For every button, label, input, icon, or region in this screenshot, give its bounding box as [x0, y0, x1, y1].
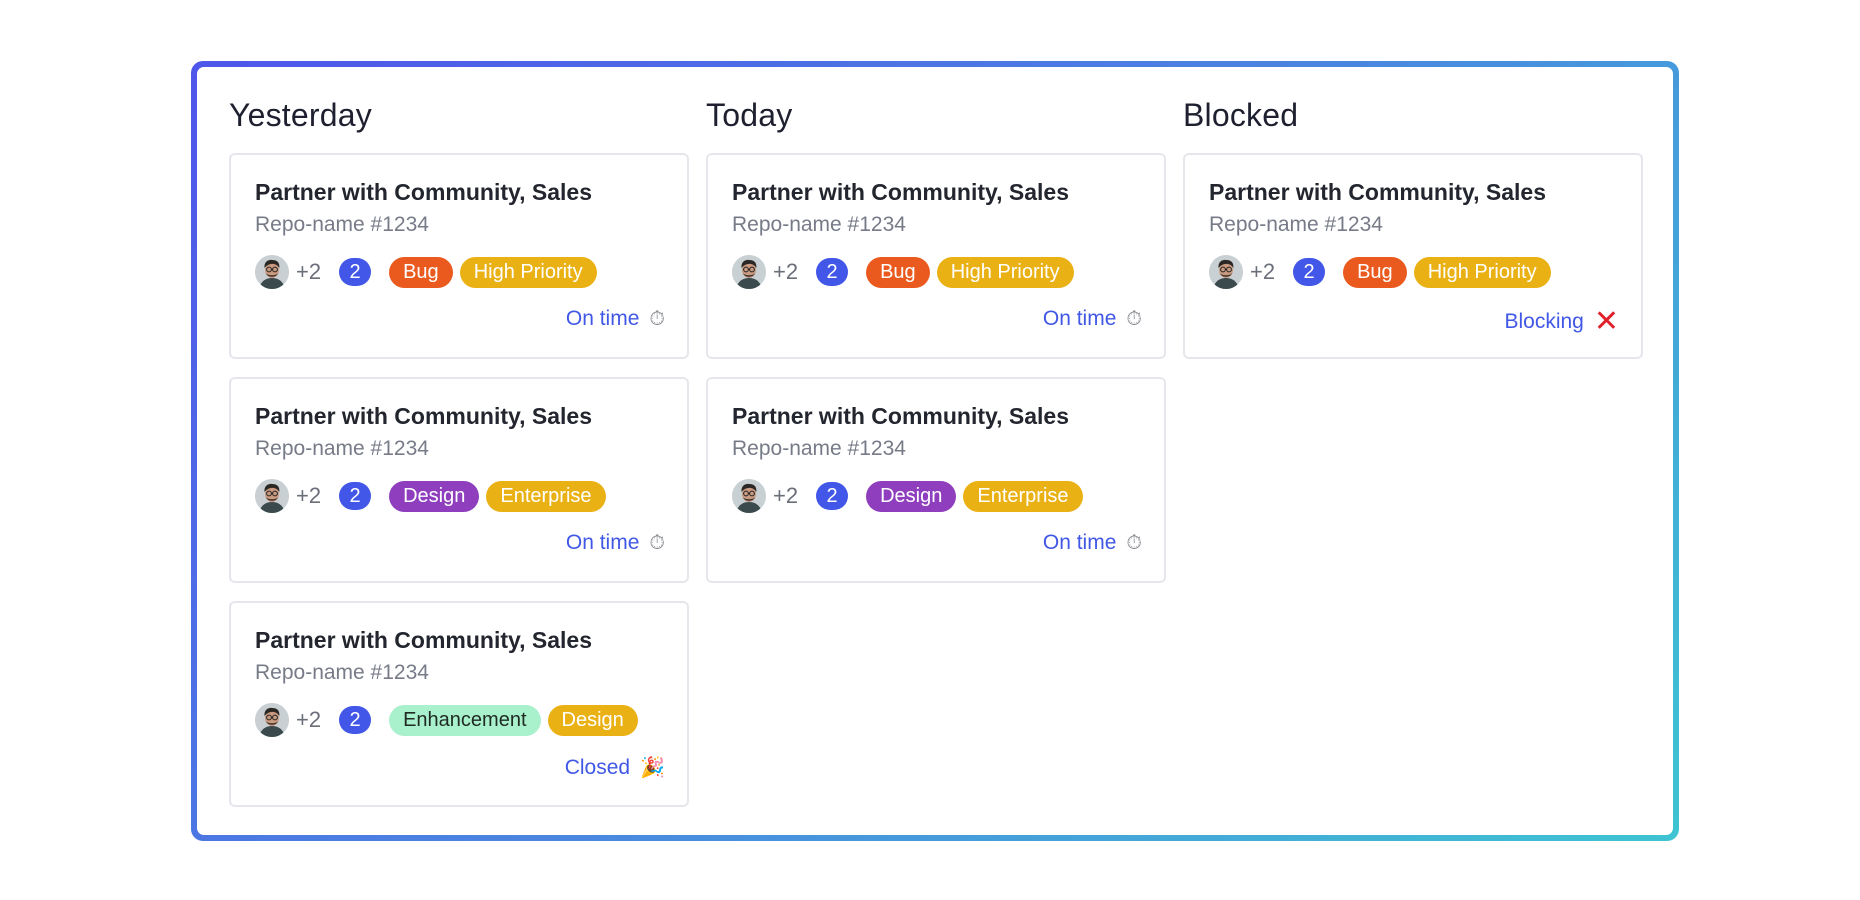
column-title: Yesterday	[229, 97, 372, 133]
stopwatch-icon: ⏱	[1126, 307, 1142, 330]
avatar[interactable]	[1209, 255, 1243, 289]
status-link[interactable]: On time ⏱	[1043, 531, 1142, 555]
comment-count-badge: 2	[339, 706, 372, 734]
tag-label[interactable]: Enhancement	[389, 704, 541, 736]
card-meta: +2 2 Design Enterprise	[732, 478, 1083, 514]
comment-count-badge: 2	[1293, 258, 1326, 286]
status-link[interactable]: On time ⏱	[1043, 307, 1142, 331]
card-title: Partner with Community, Sales	[732, 179, 1069, 205]
assignee-extra-count: +2	[296, 707, 322, 732]
card-meta: +2 2 Enhancement Design	[255, 702, 638, 738]
repo-label: Repo-name #1234	[732, 213, 906, 236]
repo-label: Repo-name #1234	[255, 661, 429, 684]
status-text: On time	[565, 307, 640, 330]
comment-count-badge: 2	[339, 258, 372, 286]
avatar[interactable]	[732, 255, 766, 289]
avatar[interactable]	[255, 703, 289, 737]
comment-count-badge: 2	[816, 482, 849, 510]
status-text: On time	[1042, 307, 1117, 330]
card-meta: +2 2 Design Enterprise	[255, 478, 606, 514]
card-title: Partner with Community, Sales	[255, 403, 592, 429]
tag-list: Design Enterprise	[866, 480, 1083, 512]
repo-label: Repo-name #1234	[255, 213, 429, 236]
assignee-extra-count: +2	[773, 259, 799, 284]
close-x-icon: ✕	[1593, 305, 1619, 338]
card-meta: +2 2 Bug High Priority	[255, 254, 597, 290]
task-card[interactable]: Partner with Community, Sales Repo-name …	[229, 601, 689, 807]
status-link[interactable]: On time ⏱	[566, 531, 665, 555]
tag-list: Bug High Priority	[1343, 256, 1551, 288]
task-card[interactable]: Partner with Community, Sales Repo-name …	[229, 377, 689, 583]
card-title: Partner with Community, Sales	[255, 179, 592, 205]
repo-label: Repo-name #1234	[255, 437, 429, 460]
comment-count-badge: 2	[816, 258, 849, 286]
assignee-extra-count: +2	[296, 483, 322, 508]
board-frame: Yesterday Partner with Community, Sales …	[191, 61, 1679, 841]
kanban-board: Yesterday Partner with Community, Sales …	[197, 67, 1673, 835]
comment-count-badge: 2	[339, 482, 372, 510]
tag-label[interactable]: Design	[547, 704, 638, 736]
tag-label[interactable]: Bug	[866, 256, 930, 288]
tag-label[interactable]: Enterprise	[963, 480, 1083, 512]
avatar[interactable]	[732, 479, 766, 513]
card-meta: +2 2 Bug High Priority	[732, 254, 1074, 290]
task-card[interactable]: Partner with Community, Sales Repo-name …	[229, 153, 689, 359]
status-text: On time	[565, 531, 640, 554]
task-card[interactable]: Partner with Community, Sales Repo-name …	[706, 153, 1166, 359]
tag-list: Bug High Priority	[389, 256, 597, 288]
stopwatch-icon: ⏱	[649, 307, 665, 330]
repo-label: Repo-name #1234	[1209, 213, 1383, 236]
card-meta: +2 2 Bug High Priority	[1209, 254, 1551, 290]
status-text: On time	[1042, 531, 1117, 554]
card-title: Partner with Community, Sales	[255, 627, 592, 653]
assignee-extra-count: +2	[1250, 259, 1276, 284]
repo-label: Repo-name #1234	[732, 437, 906, 460]
tag-list: Bug High Priority	[866, 256, 1074, 288]
tag-label[interactable]: High Priority	[459, 256, 597, 288]
avatar[interactable]	[255, 255, 289, 289]
tag-label[interactable]: Bug	[1343, 256, 1407, 288]
assignee-extra-count: +2	[773, 483, 799, 508]
tag-label[interactable]: Design	[866, 480, 957, 512]
tag-list: Design Enterprise	[389, 480, 606, 512]
card-title: Partner with Community, Sales	[732, 403, 1069, 429]
status-link[interactable]: Closed 🎉	[565, 755, 665, 780]
assignee-extra-count: +2	[296, 259, 322, 284]
task-card[interactable]: Partner with Community, Sales Repo-name …	[706, 377, 1166, 583]
party-popper-icon: 🎉	[640, 757, 665, 779]
status-link[interactable]: Blocking ✕	[1504, 307, 1619, 337]
tag-label[interactable]: High Priority	[936, 256, 1074, 288]
stopwatch-icon: ⏱	[649, 531, 665, 554]
tag-label[interactable]: Bug	[389, 256, 453, 288]
tag-label[interactable]: Enterprise	[486, 480, 606, 512]
column-title: Blocked	[1183, 97, 1299, 133]
status-text: Closed	[564, 755, 631, 779]
status-text: Blocking	[1504, 310, 1584, 333]
card-title: Partner with Community, Sales	[1209, 179, 1546, 205]
tag-list: Enhancement Design	[389, 704, 638, 736]
status-link[interactable]: On time ⏱	[566, 307, 665, 331]
tag-label[interactable]: High Priority	[1413, 256, 1551, 288]
task-card[interactable]: Partner with Community, Sales Repo-name …	[1183, 153, 1643, 359]
tag-label[interactable]: Design	[389, 480, 480, 512]
avatar[interactable]	[255, 479, 289, 513]
stopwatch-icon: ⏱	[1126, 531, 1142, 554]
column-title: Today	[706, 97, 793, 133]
